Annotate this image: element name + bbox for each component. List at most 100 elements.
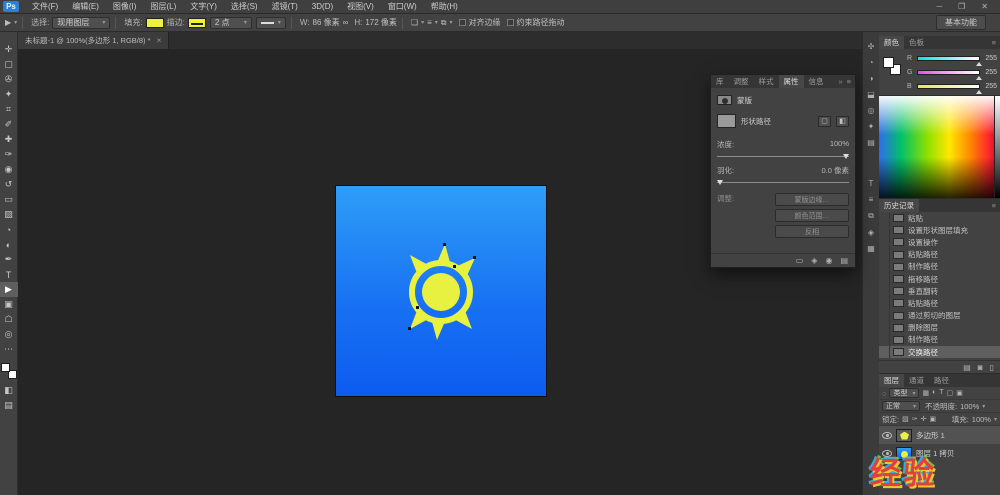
tab-paths[interactable]: 路径 [929,374,954,387]
collapsed-panel-icon[interactable]: ▤ [867,138,875,147]
layer-thumbnail[interactable] [896,429,912,442]
collapsed-panel-icon[interactable]: T [869,179,874,188]
feather-slider[interactable] [717,182,849,183]
menu-type[interactable]: 文字(Y) [183,0,224,14]
menu-view[interactable]: 视图(V) [340,0,381,14]
history-item[interactable]: 拖移路径 [879,273,1000,285]
density-slider-thumb[interactable] [843,154,849,159]
foreground-background-swatches[interactable] [1,363,17,379]
menu-file[interactable]: 文件(F) [25,0,65,14]
blend-mode-dropdown[interactable]: 正常 ▾ [882,401,920,411]
new-snapshot-icon[interactable]: ◙ [978,363,983,372]
panel-menu-icon[interactable]: ≡ [992,38,1000,47]
history-item[interactable]: 垂直翻转 [879,285,1000,297]
collapsed-panel-icon[interactable]: ✣ [868,42,875,51]
link-dimensions-icon[interactable]: ∞ [343,18,349,27]
dodge-tool[interactable]: ◐ [0,237,18,252]
mask-edge-button[interactable]: 蒙版边缘… [775,193,849,206]
g-value[interactable]: 255 [983,69,997,76]
menu-select[interactable]: 选择(S) [224,0,265,14]
history-item-selected[interactable]: 交换路径 [879,346,1000,358]
eraser-tool[interactable]: ▭ [0,192,18,207]
history-item[interactable]: 粘贴 [879,212,1000,224]
r-slider-thumb[interactable] [976,62,982,66]
history-source-checkbox[interactable] [879,322,890,334]
menu-layer[interactable]: 图层(L) [143,0,183,14]
load-selection-icon[interactable]: ▭ [796,256,804,265]
history-item[interactable]: 粘贴路径 [879,297,1000,309]
foreground-color-swatch[interactable] [883,57,894,68]
brush-tool[interactable]: ✑ [0,147,18,162]
artboard[interactable] [336,186,546,396]
delete-state-icon[interactable]: ▯ [990,363,994,372]
history-source-checkbox[interactable] [879,261,890,273]
stroke-style-dropdown[interactable]: ▾ [256,17,286,29]
color-spectrum-picker[interactable] [879,96,1000,199]
gradient-tool[interactable]: ▨ [0,207,18,222]
crop-tool[interactable]: ⌗ [0,102,18,117]
layer-name[interactable]: 多边形 1 [916,430,945,441]
minimize-icon[interactable]: ─ [936,2,942,11]
menu-filter[interactable]: 滤镜(T) [265,0,305,14]
menu-help[interactable]: 帮助(H) [424,0,465,14]
screen-mode-button[interactable]: ▤ [0,398,18,413]
shape-tool[interactable]: ▣ [0,297,18,312]
close-icon[interactable]: ✕ [981,2,988,11]
filter-pixel-layers-icon[interactable]: ▦ [922,389,929,397]
tab-styles[interactable]: 样式 [754,75,779,88]
new-document-from-state-icon[interactable]: ▤ [963,363,971,372]
type-tool[interactable]: T [0,267,18,282]
menu-image[interactable]: 图像(I) [106,0,144,14]
quick-mask-button[interactable]: ◧ [0,383,18,398]
lock-transparent-pixels-icon[interactable]: ▨ [902,415,909,423]
sun-shape-layer[interactable] [336,186,546,396]
b-slider[interactable] [917,84,980,89]
fill-value[interactable]: 100% [972,415,991,424]
document-tab[interactable]: 未标题-1 @ 100%(多边形 1, RGB/8) * × [18,32,169,49]
history-item[interactable]: 删除图层 [879,322,1000,334]
menu-3d[interactable]: 3D(D) [305,0,340,14]
history-item[interactable]: 制作路径 [879,261,1000,273]
g-slider[interactable] [917,70,980,75]
tool-preset-chevron-icon[interactable]: ▾ [14,19,17,26]
hand-tool[interactable]: ☖ [0,312,18,327]
feather-value[interactable]: 0.0 像素 [821,165,849,176]
history-item[interactable]: 制作路径 [879,334,1000,346]
grayscale-ramp[interactable] [994,96,1000,198]
color-panel-swatches[interactable] [883,57,901,75]
add-vector-mask-icon[interactable]: ◧ [836,116,849,127]
active-tool-icon[interactable]: ▶ [5,18,11,27]
g-slider-thumb[interactable] [976,76,982,80]
blur-tool[interactable]: ◔ [0,222,18,237]
more-tools-button[interactable]: ⋯ [0,342,18,357]
history-source-checkbox[interactable] [879,346,890,358]
feather-slider-thumb[interactable] [717,180,723,185]
tab-properties[interactable]: 属性 [779,75,804,88]
apply-mask-icon[interactable]: ◈ [811,256,817,265]
width-value[interactable]: 86 像素 [313,17,340,28]
r-slider[interactable] [917,56,980,61]
collapsed-panel-icon[interactable]: ⧉ [868,211,874,221]
history-source-checkbox[interactable] [879,285,890,297]
filter-type-layers-icon[interactable]: T [939,389,943,397]
mask-thumbnail[interactable] [717,114,736,128]
opacity-value[interactable]: 100% [960,402,979,411]
tab-color[interactable]: 颜色 [879,36,904,49]
fill-color-swatch[interactable] [146,18,164,28]
foreground-color-swatch[interactable] [1,363,10,372]
eyedropper-tool[interactable]: ✐ [0,117,18,132]
quick-selection-tool[interactable]: ✦ [0,87,18,102]
history-item[interactable]: 设置形状图层填充 [879,224,1000,236]
select-mode-dropdown[interactable]: 现用图层 ▾ [52,17,110,29]
zoom-tool[interactable]: ◎ [0,327,18,342]
path-selection-tool[interactable]: ▶ [0,282,18,297]
tab-libraries[interactable]: 库 [711,75,729,88]
tab-close-icon[interactable]: × [157,36,162,45]
collapsed-panel-icon[interactable]: ≡ [869,195,874,204]
collapsed-panel-icon[interactable]: ⬓ [867,90,875,99]
lock-position-icon[interactable]: ✛ [921,415,927,423]
history-source-checkbox[interactable] [879,249,890,261]
collapsed-panel-icon[interactable]: ✦ [868,122,875,131]
stroke-width-field[interactable]: 2 点 ▾ [210,17,252,29]
history-source-checkbox[interactable] [879,334,890,346]
